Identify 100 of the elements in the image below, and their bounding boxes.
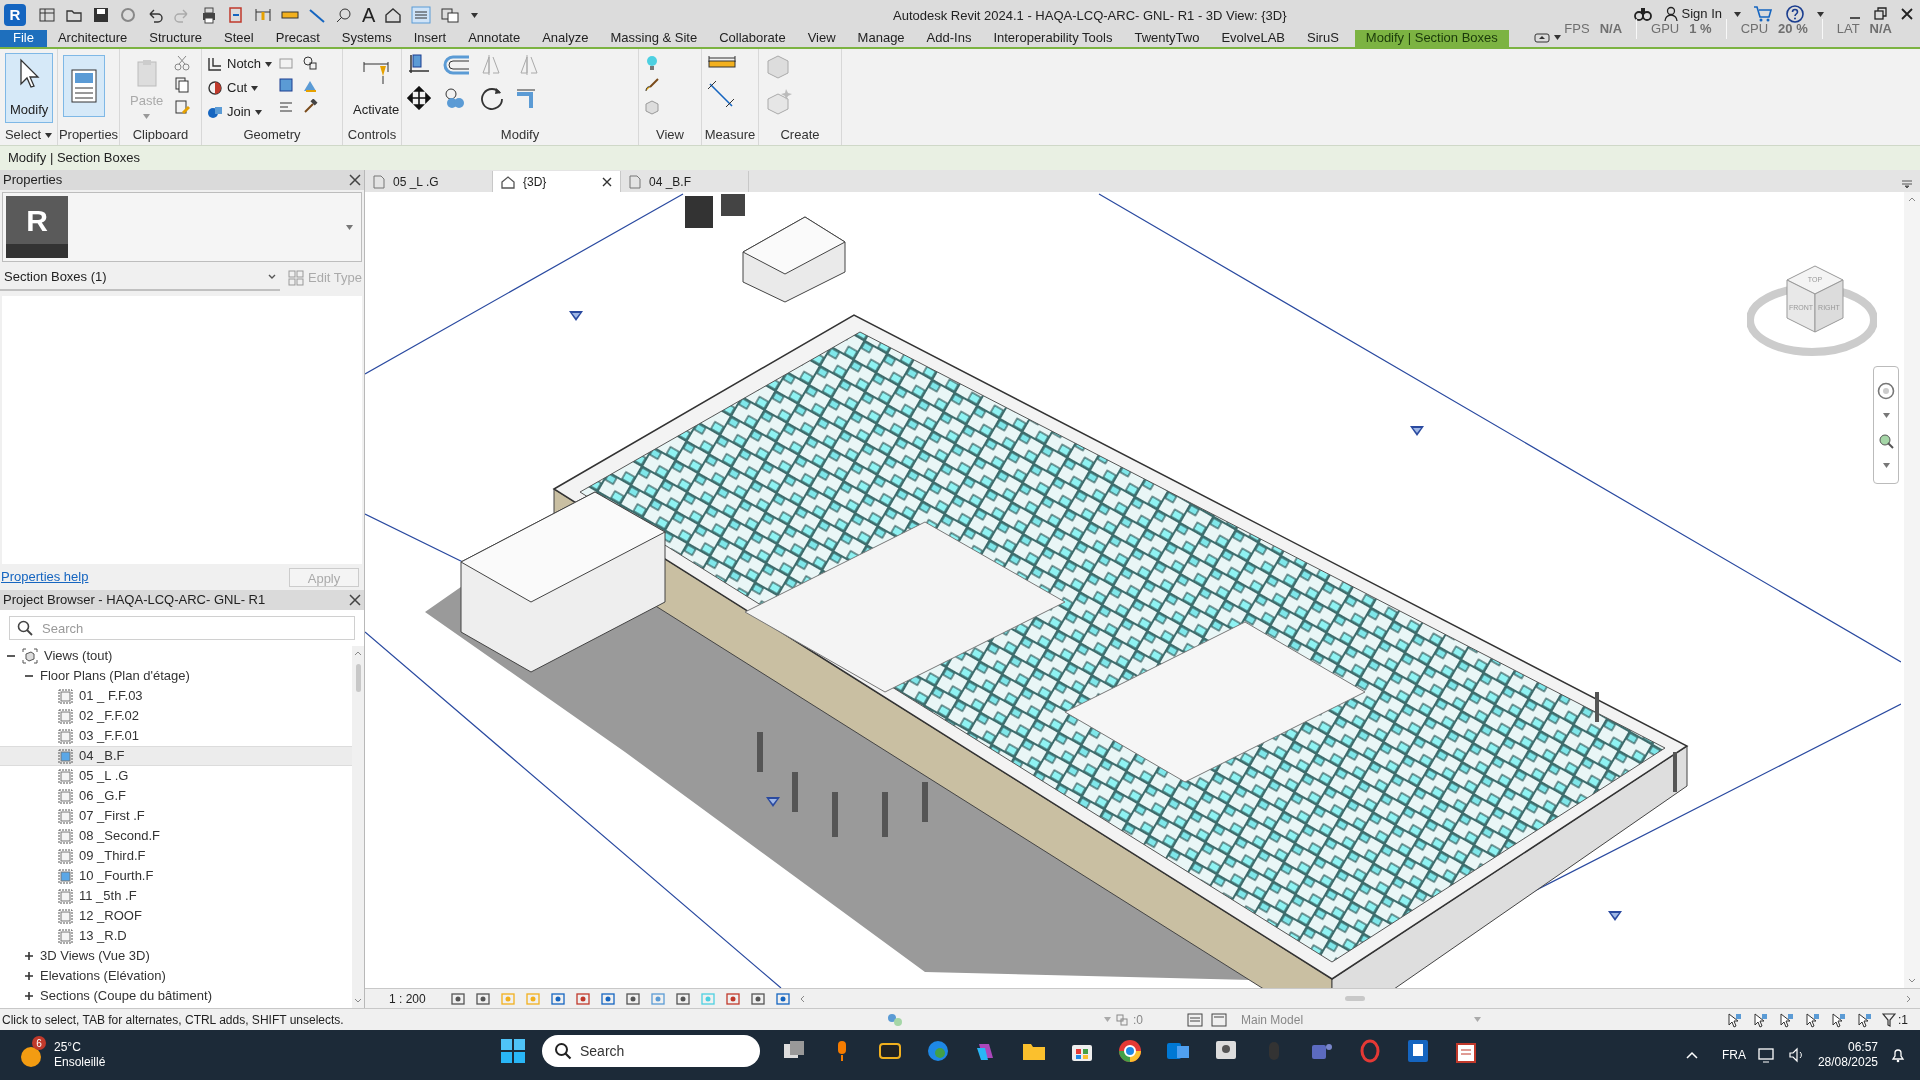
house-icon[interactable]: [384, 6, 403, 24]
tree-item[interactable]: 02 _F.F.02: [0, 706, 352, 726]
tree-item[interactable]: 13 _R.D: [0, 926, 352, 946]
move-icon[interactable]: [407, 86, 431, 110]
measure-line-icon[interactable]: [707, 79, 737, 109]
ribbon-toggle-icon[interactable]: [1533, 32, 1550, 43]
tree-item[interactable]: Elevations (Elévation): [0, 966, 352, 986]
search-field[interactable]: Search: [9, 616, 355, 640]
tree-item[interactable]: 10 _Fourth.F: [0, 866, 352, 886]
dimension-pin-icon[interactable]: [254, 6, 272, 24]
bulb-icon[interactable]: [644, 55, 660, 71]
ribbon-tab[interactable]: EvolveLAB: [1210, 28, 1297, 47]
caret-icon[interactable]: [1553, 35, 1561, 40]
type-selector-dropdown[interactable]: Section Boxes (1): [0, 265, 280, 291]
properties-help-link[interactable]: Properties help: [1, 567, 89, 587]
expand-icon[interactable]: [24, 991, 34, 1001]
taskbar-search-field[interactable]: Search: [542, 1035, 760, 1067]
tool-button[interactable]: Cut: [207, 77, 272, 99]
ribbon-tab[interactable]: File: [0, 28, 47, 47]
ribbon-tab[interactable]: Insert: [402, 28, 458, 47]
scissors-icon[interactable]: [174, 55, 191, 71]
type-image-selector[interactable]: R: [2, 192, 362, 262]
brush-icon[interactable]: [644, 77, 660, 93]
ribbon-tab[interactable]: SiruS: [1296, 28, 1350, 47]
ribbon-tab[interactable]: Architecture: [46, 28, 139, 47]
section-box-handle-icon[interactable]: [1409, 425, 1425, 437]
section-box-handle-icon[interactable]: [568, 310, 584, 322]
close-icon[interactable]: [1900, 7, 1914, 21]
tree-item[interactable]: 08 _Second.F: [0, 826, 352, 846]
app-logo[interactable]: R: [4, 4, 26, 26]
ribbon-tab[interactable]: TwentyTwo: [1123, 28, 1211, 47]
expand-icon[interactable]: [24, 951, 34, 961]
tree-item[interactable]: 11 _5th .F: [0, 886, 352, 906]
close-icon[interactable]: [349, 594, 361, 606]
tree-item[interactable]: 3D Views (Vue 3D): [0, 946, 352, 966]
close-icon[interactable]: [602, 176, 612, 187]
demolish-icon[interactable]: [301, 55, 318, 71]
chevron-down-icon[interactable]: [354, 998, 362, 1004]
tree-item[interactable]: 03 _F.F.01: [0, 726, 352, 746]
grid-icon[interactable]: [38, 6, 56, 24]
text-tool-glyph[interactable]: A: [362, 5, 376, 25]
filter-icon[interactable]: [1882, 1012, 1896, 1027]
scrollbar-thumb[interactable]: [355, 664, 361, 692]
tool-button[interactable]: Join: [207, 101, 272, 123]
clock-date[interactable]: 28/08/2025: [1817, 1055, 1878, 1070]
ribbon-tab[interactable]: Add-Ins: [915, 28, 983, 47]
chevron-right-icon[interactable]: [1906, 994, 1912, 1003]
windows-logo-icon[interactable]: [500, 1038, 526, 1064]
menu-icon[interactable]: [1902, 180, 1912, 188]
caret-icon[interactable]: [264, 61, 272, 67]
network-icon[interactable]: [1757, 1047, 1776, 1063]
zoom-icon[interactable]: [1877, 431, 1895, 450]
ribbon-tab[interactable]: Collaborate: [708, 28, 797, 47]
ribbon-tab[interactable]: Steel: [213, 28, 265, 47]
close-icon[interactable]: [349, 174, 361, 186]
ribbon-tab[interactable]: Interoperability Tools: [982, 28, 1124, 47]
ribbon-tab[interactable]: View: [796, 28, 847, 47]
caret-icon[interactable]: [254, 109, 262, 115]
chevron-down-icon[interactable]: [1908, 978, 1916, 984]
steering-wheel-icon[interactable]: [1877, 381, 1895, 400]
clock-time[interactable]: 06:57: [1847, 1040, 1878, 1055]
offset-icon[interactable]: [443, 53, 471, 77]
section-box-handle-icon[interactable]: [765, 796, 781, 808]
scrollbar[interactable]: [352, 646, 364, 1008]
scrollbar-thumb[interactable]: [1345, 996, 1366, 1001]
tool-button[interactable]: Modify: [5, 53, 54, 123]
chevron-left-icon[interactable]: [798, 994, 805, 1003]
tree-item[interactable]: 05 _L .G: [0, 766, 352, 786]
cart-icon[interactable]: [1753, 5, 1773, 23]
bell-icon[interactable]: [1890, 1047, 1906, 1063]
tree-item[interactable]: 09 _Third.F: [0, 846, 352, 866]
tree-item[interactable]: 07 _First .F: [0, 806, 352, 826]
ribbon-tab[interactable]: Manage: [846, 28, 916, 47]
ribbon-tab[interactable]: Massing & Site: [599, 28, 709, 47]
ribbon-tab[interactable]: Systems: [330, 28, 403, 47]
tree-item[interactable]: Sections (Coupe du bâtiment): [0, 986, 352, 1006]
view-scale[interactable]: 1 : 200: [365, 989, 450, 1008]
ribbon-tab[interactable]: Structure: [138, 28, 214, 47]
properties-toggle-button[interactable]: [63, 55, 105, 117]
ribbon-tab[interactable]: Analyze: [531, 28, 600, 47]
building-model-drawing[interactable]: [425, 194, 1689, 988]
ribbon-tab[interactable]: Precast: [264, 28, 331, 47]
expand-icon[interactable]: [24, 971, 34, 981]
tool-button[interactable]: Notch: [207, 53, 272, 75]
tool-button[interactable]: Activate: [348, 53, 401, 123]
help-icon[interactable]: [1785, 4, 1805, 24]
copy-circles-icon[interactable]: [443, 86, 467, 110]
save-icon[interactable]: [92, 6, 110, 24]
tree-item[interactable]: Views (tout): [0, 646, 352, 666]
tree-item[interactable]: Floor Plans (Plan d'étage): [0, 666, 352, 686]
language-indicator[interactable]: FRA: [1721, 1046, 1746, 1064]
section-box-handle-icon[interactable]: [1607, 910, 1623, 922]
vertical-scrollbar[interactable]: [1904, 192, 1920, 988]
tree-item[interactable]: 01 _ F.F.03: [0, 686, 352, 706]
rotate-icon[interactable]: [479, 85, 505, 111]
ribbon-tab[interactable]: Annotate: [457, 28, 532, 47]
line-tool-icon[interactable]: [308, 6, 326, 24]
tree-item[interactable]: 04 _B.F: [0, 746, 352, 766]
caret-icon[interactable]: [45, 132, 53, 138]
caret-icon[interactable]: [1734, 11, 1741, 17]
